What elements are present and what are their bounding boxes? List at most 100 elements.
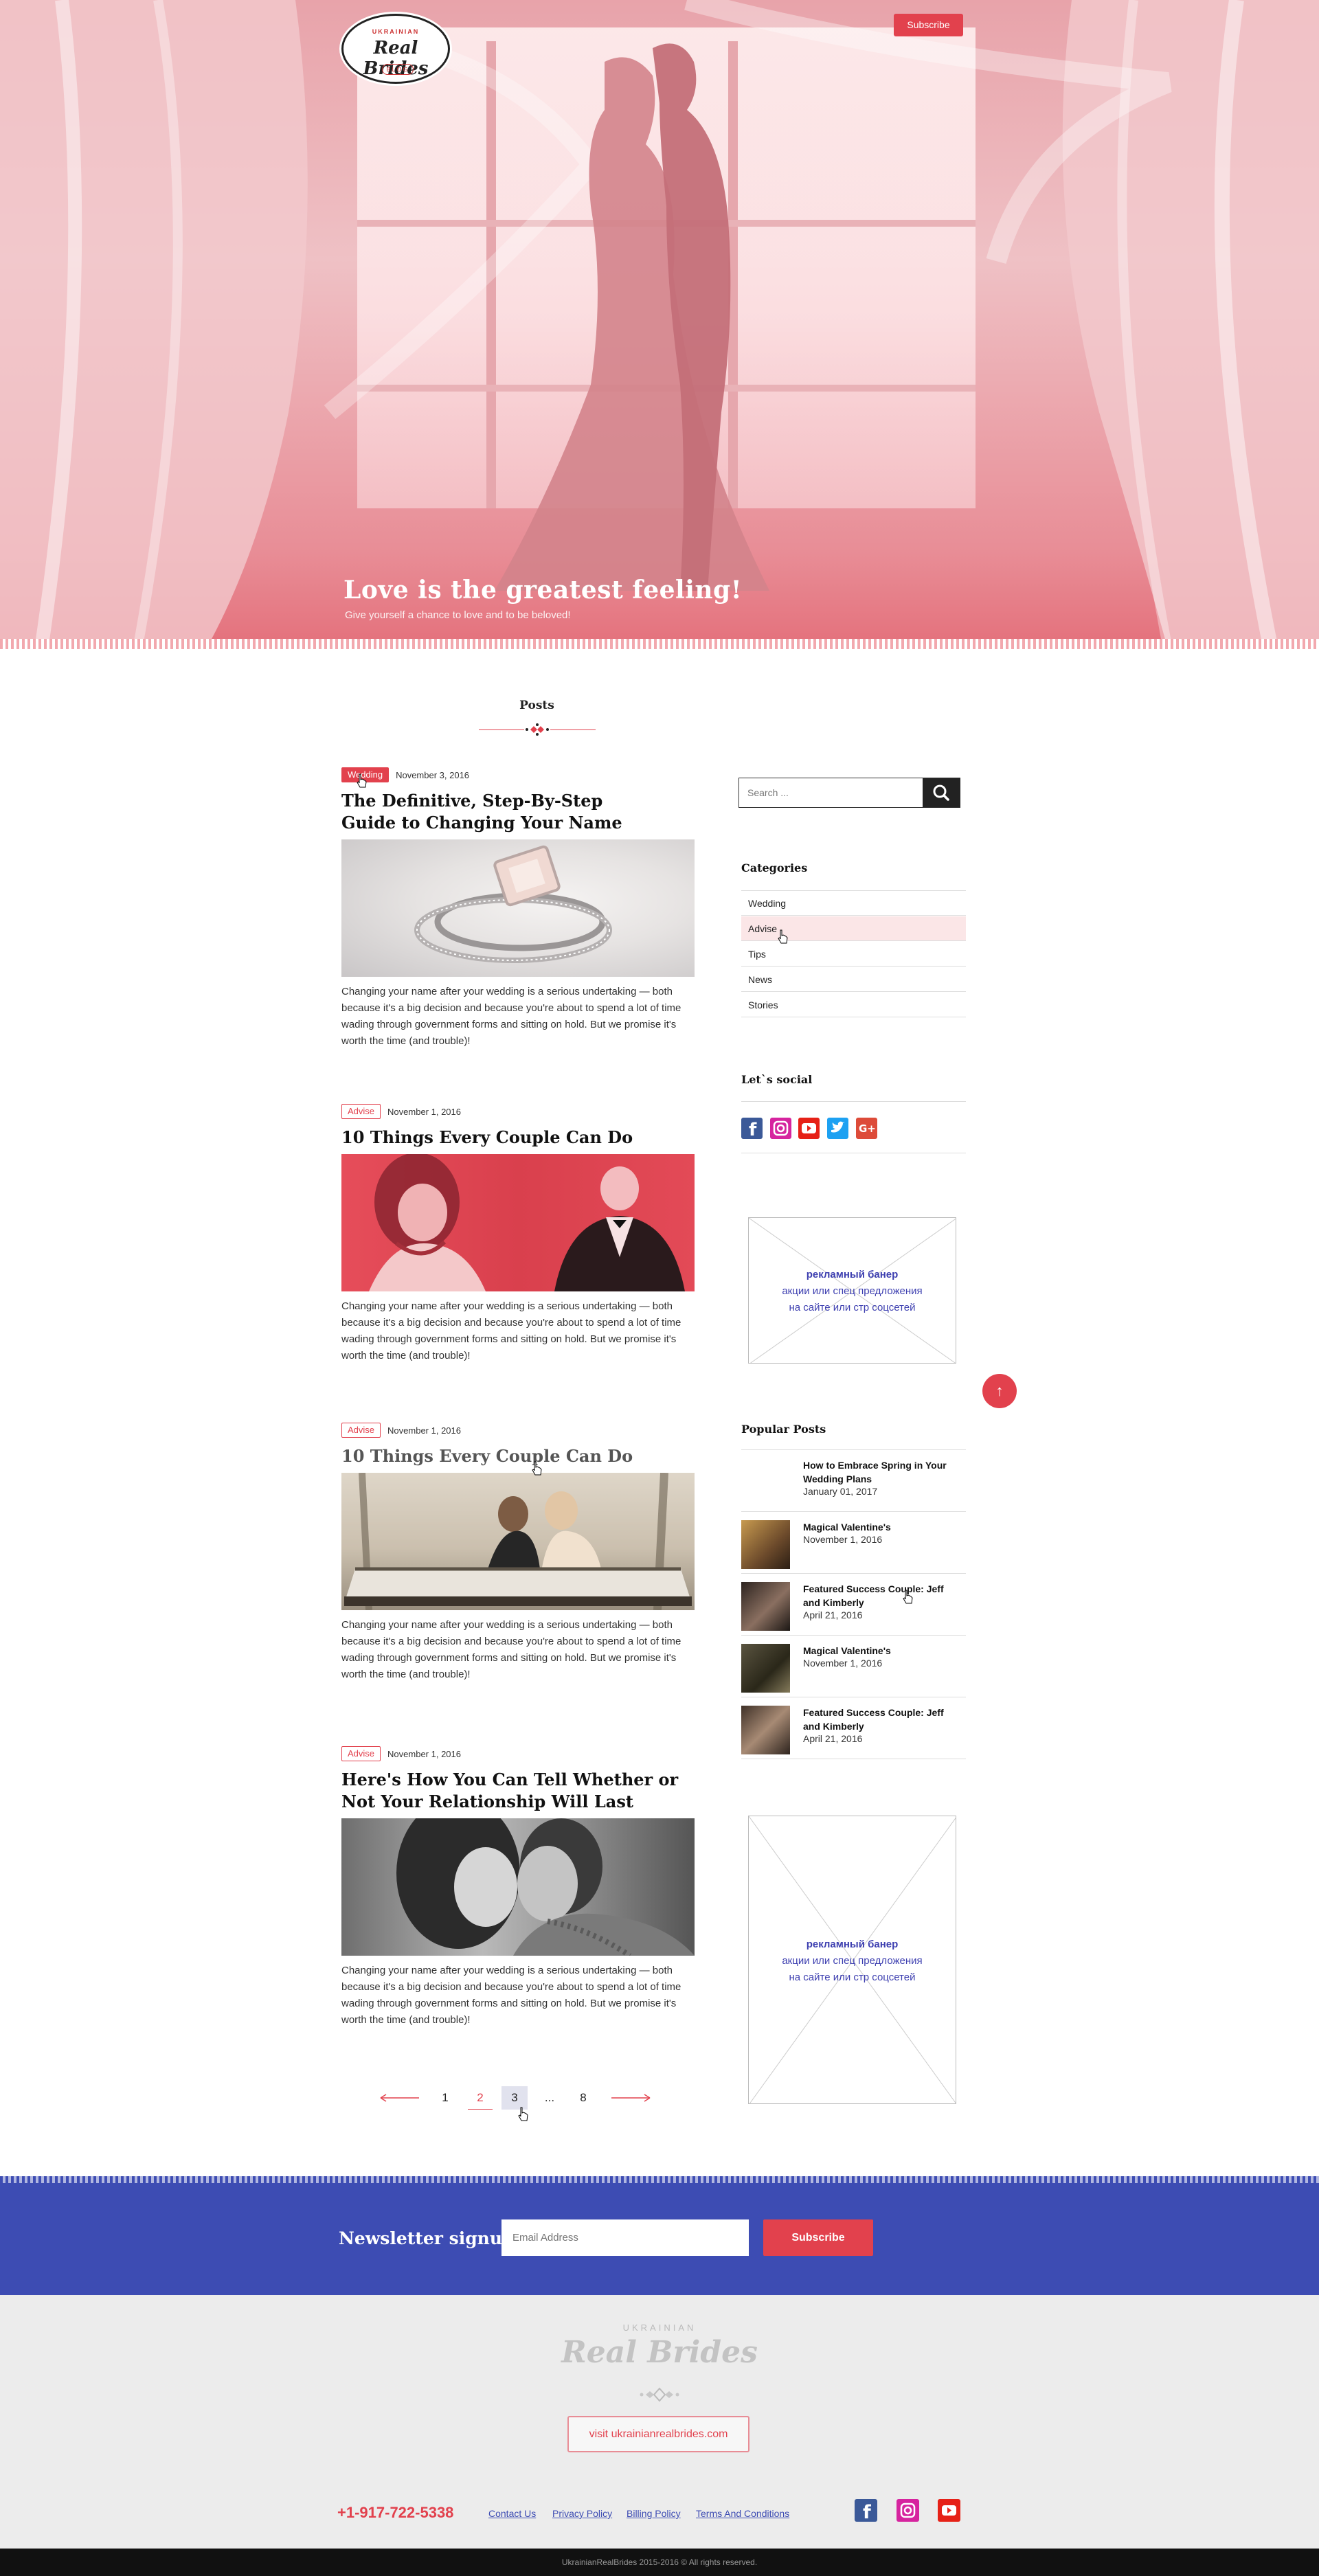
social-heading: Let`s social (741, 1073, 813, 1086)
copyright-bar: UkrainianRealBrides 2015-2016 © All righ… (0, 2549, 1319, 2576)
post-excerpt: Changing your name after your wedding is… (341, 1619, 681, 1680)
post-image-vintage-car[interactable] (341, 1473, 695, 1610)
category-tips[interactable]: Tips (741, 942, 966, 967)
banner-line: на сайте или стр соцсетей (789, 1971, 916, 1983)
page-link-1[interactable]: 1 (433, 2086, 458, 2110)
youtube-icon[interactable] (938, 2499, 960, 2522)
categories-heading: Categories (741, 861, 808, 874)
twitter-icon[interactable] (827, 1118, 848, 1139)
ad-banner[interactable]: рекламный банер акции или спец предложен… (748, 1816, 956, 2104)
facebook-icon[interactable]: f (855, 2499, 877, 2523)
newsletter-label: Newsletter signup (339, 2228, 515, 2248)
scroll-to-top-button[interactable]: ↑ (982, 1374, 1017, 1408)
banner-line: на сайте или стр соцсетей (789, 1302, 916, 1313)
pointer-cursor-icon (778, 929, 788, 944)
category-stories[interactable]: Stories (741, 993, 966, 1017)
subscribe-button[interactable]: Subscribe (894, 14, 963, 36)
post-tag[interactable]: Advise (341, 1104, 381, 1119)
search-icon (933, 784, 949, 801)
post-title[interactable]: Here's How You Can Tell Whether or Not Y… (341, 1769, 685, 1813)
popular-post-thumbnail (741, 1582, 790, 1631)
search-input[interactable] (739, 778, 923, 807)
hero-subtitle: Give yourself a chance to love and to be… (345, 609, 571, 621)
site-logo[interactable]: UKRAINIAN Real Brides BLOG (341, 14, 450, 84)
hero-curtains (0, 0, 1319, 649)
post-title[interactable]: The Definitive, Step-By-Step Guide to Ch… (341, 790, 644, 834)
post-card: Advise November 1, 2016 10 Things Every … (341, 1103, 695, 1364)
post-date: November 1, 2016 (387, 1748, 461, 1759)
category-wedding[interactable]: Wedding (741, 891, 966, 916)
youtube-icon[interactable] (798, 1118, 820, 1139)
pointer-cursor-icon (532, 1461, 542, 1476)
search-button[interactable] (923, 778, 960, 807)
banner-line: рекламный банер (806, 1269, 899, 1280)
facebook-icon[interactable]: f (741, 1118, 763, 1140)
newsletter-subscribe-button[interactable]: Subscribe (763, 2219, 873, 2256)
page-link-8[interactable]: 8 (571, 2086, 596, 2110)
ornament-divider-icon (479, 723, 596, 736)
category-news[interactable]: News (741, 967, 966, 992)
popular-post-item[interactable]: How to Embrace Spring in Your Wedding Pl… (741, 1450, 966, 1512)
logo-tagline: UKRAINIAN (372, 28, 420, 35)
post-tag[interactable]: Advise (341, 1423, 381, 1438)
hero-fringe-border (0, 639, 1319, 649)
post-card: Advise November 1, 2016 Here's How You C… (341, 1745, 695, 2029)
ad-banner[interactable]: рекламный банер акции или спец предложен… (748, 1217, 956, 1364)
page-ellipsis: ... (544, 2091, 555, 2104)
post-excerpt: Changing your name after your wedding is… (341, 1965, 681, 2026)
popular-post-date: April 21, 2016 (803, 1733, 863, 1744)
category-advise[interactable]: Advise (741, 916, 966, 941)
page-link-current[interactable]: 3 (501, 2086, 528, 2110)
google-plus-icon[interactable]: G+ (856, 1118, 877, 1139)
next-page-arrow-icon[interactable] (610, 2092, 651, 2103)
visit-site-link[interactable]: visit ukrainianrealbrides.com (567, 2416, 749, 2452)
footer-link-privacy[interactable]: Privacy Policy (552, 2508, 612, 2519)
page-link-2[interactable]: 2 (468, 2086, 493, 2110)
popular-post-date: January 01, 2017 (803, 1486, 878, 1497)
search-form (739, 778, 960, 808)
pointer-cursor-icon (903, 1590, 913, 1604)
popular-post-date: November 1, 2016 (803, 1658, 883, 1669)
prev-page-arrow-icon[interactable] (379, 2092, 420, 2103)
post-card: Advise November 1, 2016 10 Things Every … (341, 1422, 695, 1683)
popular-post-date: April 21, 2016 (803, 1609, 863, 1620)
footer-phone[interactable]: +1-917-722-5338 (337, 2504, 453, 2522)
post-image-rings[interactable] (341, 839, 695, 977)
popular-post-item[interactable]: Magical Valentine's November 1, 2016 (741, 1636, 966, 1697)
popular-post-item[interactable]: Featured Success Couple: Jeff and Kimber… (741, 1574, 966, 1636)
instagram-icon[interactable] (770, 1118, 791, 1139)
post-meta: Advise November 1, 2016 (341, 1422, 695, 1438)
post-card: Wedding November 3, 2016 The Definitive,… (341, 767, 695, 1050)
svg-text:f: f (863, 2502, 871, 2522)
hero-banner: Love is the greatest feeling! Give yours… (0, 0, 1319, 649)
post-date: November 1, 2016 (387, 1106, 461, 1117)
post-meta: Advise November 1, 2016 (341, 1745, 695, 1762)
svg-text:G+: G+ (859, 1122, 876, 1135)
popular-post-thumbnail (741, 1458, 790, 1507)
popular-post-date: November 1, 2016 (803, 1534, 883, 1545)
popular-post-thumbnail (741, 1706, 790, 1754)
post-title[interactable]: 10 Things Every Couple Can Do (341, 1445, 695, 1467)
footer-link-terms[interactable]: Terms And Conditions (696, 2508, 789, 2519)
footer: UKRAINIAN Real Brides visit ukrainianrea… (0, 2295, 1319, 2549)
post-meta: Wedding November 3, 2016 (341, 767, 695, 783)
popular-post-title: Featured Success Couple: Jeff and Kimber… (803, 1707, 944, 1732)
post-date: November 3, 2016 (396, 769, 470, 780)
post-title[interactable]: 10 Things Every Couple Can Do (341, 1127, 695, 1149)
footer-link-billing[interactable]: Billing Policy (627, 2508, 681, 2519)
post-meta: Advise November 1, 2016 (341, 1103, 695, 1120)
post-image-couple[interactable] (341, 1154, 695, 1291)
pointer-cursor-icon (357, 773, 367, 788)
popular-post-item[interactable]: Featured Success Couple: Jeff and Kimber… (741, 1697, 966, 1759)
post-image-embrace[interactable] (341, 1818, 695, 1956)
popular-post-thumbnail (741, 1520, 790, 1569)
banner-line: рекламный банер (806, 1939, 899, 1950)
footer-link-contact[interactable]: Contact Us (488, 2508, 536, 2519)
newsletter-email-input[interactable] (501, 2219, 749, 2256)
popular-post-title: Magical Valentine's (803, 1522, 891, 1533)
post-tag[interactable]: Advise (341, 1746, 381, 1761)
instagram-icon[interactable] (897, 2499, 919, 2522)
popular-post-item[interactable]: Magical Valentine's November 1, 2016 (741, 1512, 966, 1574)
popular-posts-heading: Popular Posts (741, 1423, 826, 1436)
footer-logo: Real Brides (561, 2335, 758, 2370)
